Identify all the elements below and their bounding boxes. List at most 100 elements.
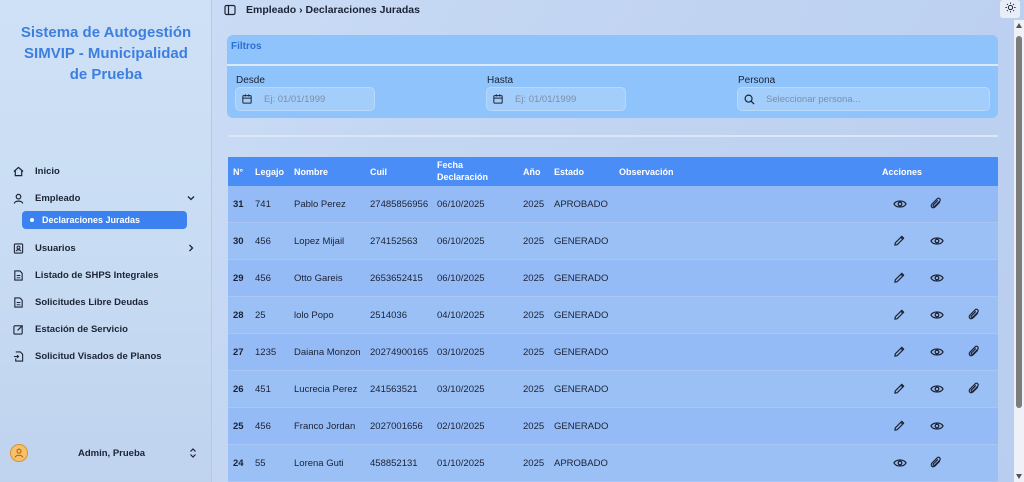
cell-estado: GENERADO — [554, 272, 609, 284]
cell-estado: GENERADO — [554, 309, 609, 321]
sidebar-subitem-declaraciones-juradas[interactable]: Declaraciones Juradas — [22, 211, 187, 229]
scroll-up-arrow-icon[interactable] — [1016, 23, 1022, 28]
header-cuil: Cuil — [370, 166, 387, 177]
scroll-down-arrow-icon[interactable] — [1016, 474, 1022, 479]
view-eye-icon[interactable] — [930, 234, 944, 248]
sidebar-item-label: Solicitudes Libre Deudas — [35, 297, 149, 308]
persona-select[interactable]: Seleccionar persona... — [737, 87, 990, 111]
attachment-paperclip-icon[interactable] — [968, 382, 982, 396]
cell-nombre: Daiana Monzon — [294, 346, 361, 358]
cell-anio: 2025 — [523, 383, 545, 395]
sidebar-item-visados-planos[interactable]: Solicitud Visados de Planos — [10, 343, 202, 370]
view-eye-icon[interactable] — [930, 382, 944, 396]
view-eye-icon[interactable] — [893, 456, 907, 470]
header-estado: Estado — [554, 166, 585, 177]
cell-estado: GENERADO — [554, 383, 609, 395]
view-eye-icon[interactable] — [930, 419, 944, 433]
cell-nombre: Franco Jordan — [294, 420, 356, 432]
edit-icon — [12, 324, 24, 336]
sun-icon — [1004, 2, 1016, 16]
cell-fecha: 03/10/2025 — [437, 383, 485, 395]
sidebar-item-label: Inicio — [35, 166, 60, 177]
topbar: Empleado › Declaraciones Juradas — [212, 0, 1024, 20]
sidebar-item-label: Listado de SHPS Integrales — [35, 270, 159, 281]
cell-fecha: 06/10/2025 — [437, 272, 485, 284]
cell-legajo: 451 — [255, 383, 271, 395]
cell-estado: APROBADO — [554, 198, 608, 210]
table-row: 30 456 Lopez Mijail 274152563 06/10/2025 2025… — [228, 223, 998, 260]
filters-title: Filtros — [231, 41, 262, 52]
sidebar-item-shps[interactable]: Listado de SHPS Integrales — [10, 262, 202, 289]
cell-estado: GENERADO — [554, 235, 609, 247]
view-eye-icon[interactable] — [930, 271, 944, 285]
view-eye-icon[interactable] — [930, 308, 944, 322]
cell-cuil: 2514036 — [370, 309, 407, 321]
edit-pencil-icon[interactable] — [893, 419, 907, 433]
cell-fecha: 04/10/2025 — [437, 309, 485, 321]
hasta-label: Hasta — [487, 75, 514, 86]
table-row: 24 55 Lorena Guti 458852131 01/10/2025 2025 AP… — [228, 445, 998, 482]
cell-cuil: 2653652415 — [370, 272, 423, 284]
edit-pencil-icon[interactable] — [893, 271, 907, 285]
document-icon — [12, 270, 24, 282]
sidebar: Sistema de Autogestión SIMVIP - Municipa… — [0, 0, 212, 482]
scroll-thumb[interactable] — [1016, 36, 1022, 408]
cell-cuil: 458852131 — [370, 457, 418, 469]
view-eye-icon[interactable] — [930, 345, 944, 359]
cell-cuil: 274152563 — [370, 235, 418, 247]
cell-num: 24 — [233, 457, 244, 469]
cell-num: 27 — [233, 346, 244, 358]
calendar-icon — [493, 93, 504, 105]
edit-pencil-icon[interactable] — [893, 382, 907, 396]
page-scrollbar[interactable] — [1014, 20, 1024, 482]
hasta-placeholder: Ej: 01/01/1999 — [515, 93, 577, 105]
attachment-paperclip-icon[interactable] — [968, 308, 982, 322]
user-menu[interactable]: Admin, Prueba — [10, 442, 202, 464]
cell-fecha: 06/10/2025 — [437, 198, 485, 210]
hasta-date-input[interactable]: Ej: 01/01/1999 — [486, 87, 626, 111]
sidebar-item-inicio[interactable]: Inicio — [10, 158, 202, 185]
persona-placeholder: Seleccionar persona... — [766, 93, 861, 105]
brand-title: Sistema de Autogestión SIMVIP - Municipa… — [20, 24, 192, 83]
avatar — [10, 444, 28, 462]
cell-anio: 2025 — [523, 420, 545, 432]
cell-fecha: 03/10/2025 — [437, 346, 485, 358]
sidebar-item-estacion-servicio[interactable]: Estación de Servicio — [10, 316, 202, 343]
section-divider — [228, 135, 998, 137]
view-eye-icon[interactable] — [893, 197, 907, 211]
cell-nombre: Otto Gareis — [294, 272, 343, 284]
desde-date-input[interactable]: Ej: 01/01/1999 — [235, 87, 375, 111]
sidebar-subitem-label: Declaraciones Juradas — [42, 215, 141, 225]
sidebar-item-libre-deudas[interactable]: Solicitudes Libre Deudas — [10, 289, 202, 316]
cell-nombre: Lucrecia Perez — [294, 383, 358, 395]
cell-cuil: 2027001656 — [370, 420, 423, 432]
cell-anio: 2025 — [523, 346, 545, 358]
sidebar-toggle-icon[interactable] — [224, 4, 236, 16]
sidebar-item-usuarios[interactable]: Usuarios — [10, 235, 202, 262]
cell-nombre: lolo Popo — [294, 309, 334, 321]
table-row: 27 1235 Daiana Monzon 20274900165 03/10/2025… — [228, 334, 998, 371]
theme-toggle-button[interactable] — [1000, 0, 1020, 18]
cell-nombre: Lopez Mijail — [294, 235, 345, 247]
edit-pencil-icon[interactable] — [893, 345, 907, 359]
attachment-paperclip-icon[interactable] — [968, 345, 982, 359]
cell-anio: 2025 — [523, 272, 545, 284]
cell-anio: 2025 — [523, 198, 545, 210]
attachment-paperclip-icon[interactable] — [930, 456, 944, 470]
attachment-paperclip-icon[interactable] — [930, 197, 944, 211]
header-nombre: Nombre — [294, 166, 329, 177]
edit-pencil-icon[interactable] — [893, 234, 907, 248]
cell-num: 30 — [233, 235, 244, 247]
table-row: 26 451 Lucrecia Perez 241563521 03/10/2025 20… — [228, 371, 998, 408]
sidebar-item-empleado[interactable]: Empleado — [10, 185, 202, 212]
sidebar-item-label: Estación de Servicio — [35, 324, 128, 335]
cell-num: 26 — [233, 383, 244, 395]
cell-estado: GENERADO — [554, 346, 609, 358]
filters-panel: Filtros Desde Ej: 01/01/1999 Hasta Ej: 0… — [227, 35, 998, 118]
sidebar-nav: Inicio Empleado Declaraciones Juradas Us… — [10, 158, 202, 370]
table-row: 28 25 lolo Popo 2514036 04/10/2025 2025 GENERA… — [228, 297, 998, 334]
cell-num: 28 — [233, 309, 244, 321]
contact-icon — [12, 243, 24, 255]
edit-pencil-icon[interactable] — [893, 308, 907, 322]
header-acciones: Acciones — [882, 166, 923, 177]
